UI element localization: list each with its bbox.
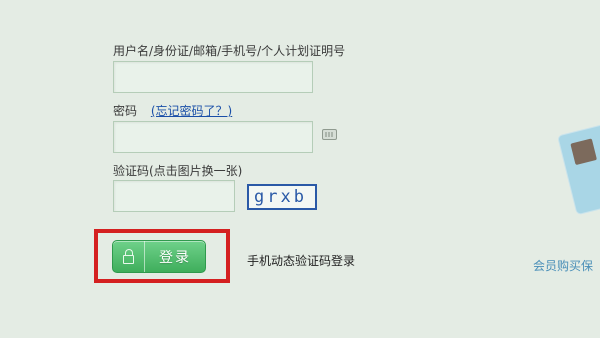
login-button[interactable]: 登录 [112,240,206,273]
banner-card-image [558,121,600,215]
forgot-password-link[interactable]: (忘记密码了？) [151,104,232,118]
password-label-row: 密码 (忘记密码了？) [113,102,232,119]
lock-zone [113,241,145,272]
captcha-input[interactable] [113,180,235,212]
lock-icon [123,248,134,264]
username-label: 用户名/身份证/邮箱/手机号/个人计划证明号 [113,44,346,58]
login-button-label: 登录 [159,249,191,266]
captcha-label: 验证码(点击图片换一张) [113,164,243,178]
username-input[interactable] [113,61,313,93]
password-label: 密码 [113,104,138,118]
sms-login-link[interactable]: 手机动态验证码登录 [247,252,355,269]
keyboard-icon[interactable] [322,129,337,140]
captcha-image[interactable]: grxb [247,184,317,210]
member-promo-text[interactable]: 会员购买保 [533,257,593,274]
password-input[interactable] [113,121,313,153]
